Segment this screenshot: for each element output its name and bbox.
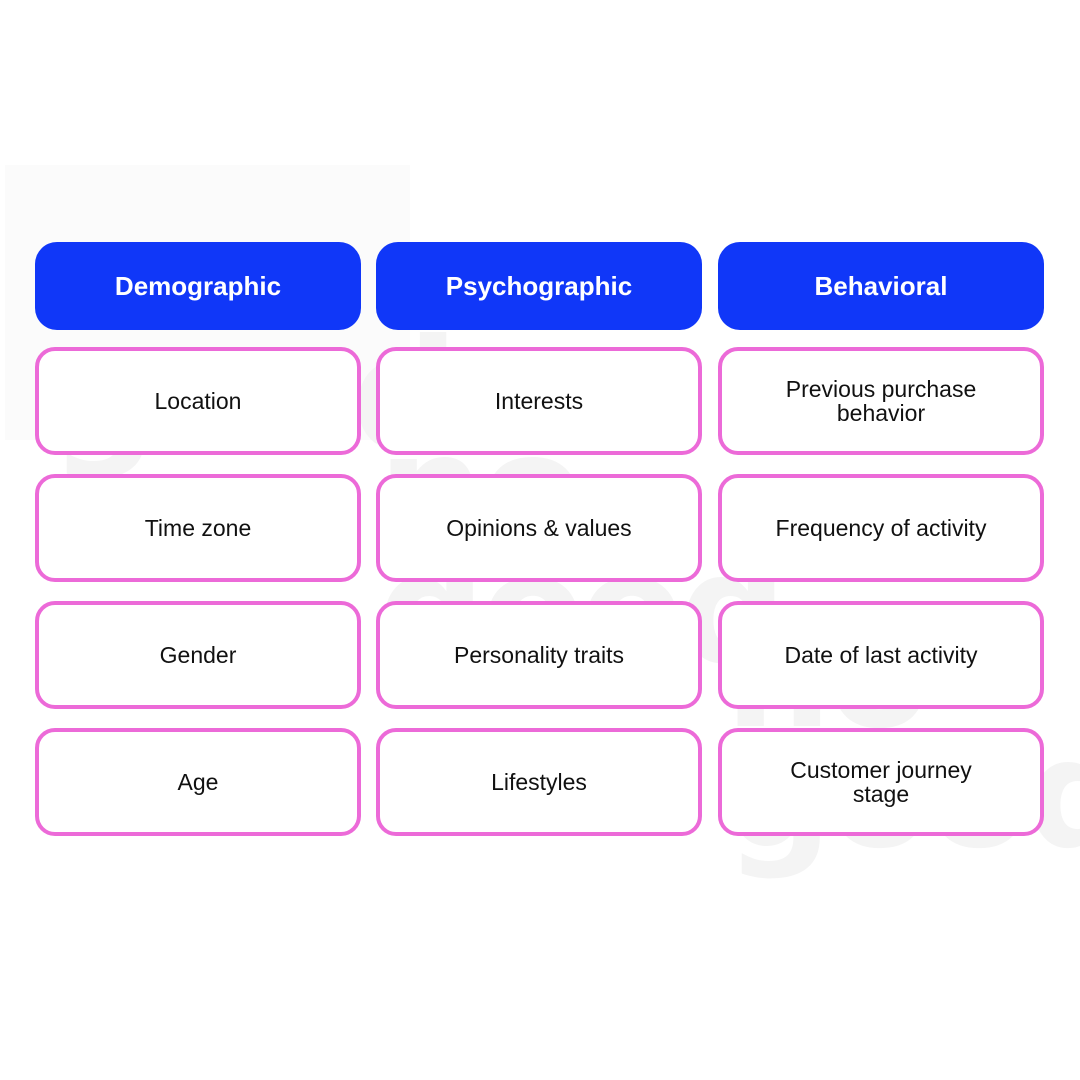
segment-cell: Customer journey stage [718,728,1044,836]
segment-cell: Date of last activity [718,601,1044,709]
column-psychographic: Psychographic Interests Opinions & value… [376,242,702,855]
column-behavioral: Behavioral Previous purchase behavior Fr… [718,242,1044,855]
segment-cell: Time zone [35,474,361,582]
segment-cell: Previous purchase behavior [718,347,1044,455]
segment-cell: Lifestyles [376,728,702,836]
segment-cell: Location [35,347,361,455]
segment-cell: Frequency of activity [718,474,1044,582]
segment-cell: Opinions & values [376,474,702,582]
column-header: Demographic [35,242,361,330]
column-demographic: Demographic Location Time zone Gender Ag… [35,242,361,855]
segment-cell: Personality traits [376,601,702,709]
segment-cell: Age [35,728,361,836]
column-header: Psychographic [376,242,702,330]
segment-cell: Interests [376,347,702,455]
column-header: Behavioral [718,242,1044,330]
segment-cell: Gender [35,601,361,709]
